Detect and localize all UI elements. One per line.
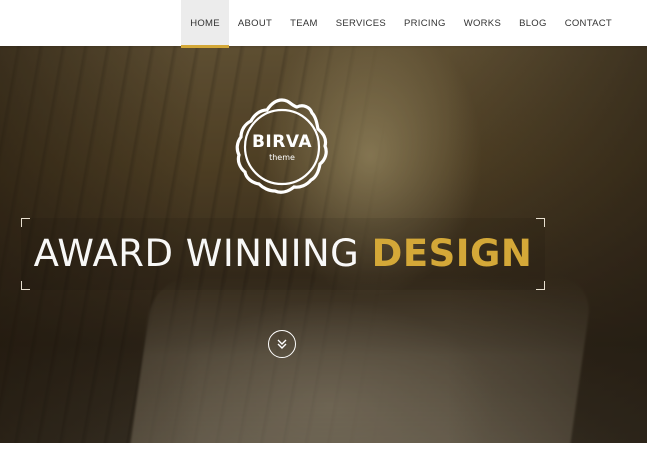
- scroll-down-button[interactable]: [268, 330, 296, 358]
- frame-corner-top-left: [21, 218, 30, 227]
- logo-name: BIRVA: [251, 132, 313, 152]
- page-bottom-strip: [0, 443, 647, 470]
- navbar: HOME ABOUT TEAM SERVICES PRICING WORKS B…: [0, 0, 647, 48]
- nav-item-team[interactable]: TEAM: [281, 0, 327, 46]
- nav-item-contact[interactable]: CONTACT: [556, 0, 621, 46]
- nav-item-label: PRICING: [404, 17, 446, 29]
- nav-item-about[interactable]: ABOUT: [229, 0, 281, 46]
- nav-item-label: ABOUT: [237, 17, 273, 29]
- hero-section: BIRVA theme AWARD WINNING DESIGN: [0, 46, 647, 443]
- nav-item-label: BLOG: [519, 17, 547, 29]
- nav-item-works[interactable]: WORKS: [455, 0, 510, 46]
- tagline-accent: DESIGN: [371, 232, 533, 275]
- nav-item-label: SERVICES: [335, 17, 386, 29]
- frame-corner-top-right: [536, 218, 545, 227]
- frame-corner-bottom-right: [536, 281, 545, 290]
- nav-item-label: TEAM: [290, 17, 318, 29]
- nav-item-services[interactable]: SERVICES: [327, 0, 395, 46]
- tagline-main: AWARD WINNING: [33, 232, 360, 275]
- nav-item-pricing[interactable]: PRICING: [395, 0, 455, 46]
- nav-item-blog[interactable]: BLOG: [510, 0, 556, 46]
- nav-item-home[interactable]: HOME: [181, 0, 229, 48]
- tagline-frame: AWARD WINNING DESIGN: [21, 218, 545, 290]
- nav-item-label: WORKS: [463, 17, 502, 29]
- hero-tagline: AWARD WINNING DESIGN: [21, 232, 545, 276]
- logo-subtitle: theme: [269, 153, 295, 162]
- double-chevron-down-icon: [277, 339, 287, 349]
- nav-item-label: CONTACT: [564, 17, 612, 29]
- frame-corner-bottom-left: [21, 281, 30, 290]
- nav-item-label: HOME: [190, 17, 220, 29]
- main-nav: HOME ABOUT TEAM SERVICES PRICING WORKS B…: [181, 0, 621, 48]
- brand-logo[interactable]: BIRVA theme: [228, 93, 336, 201]
